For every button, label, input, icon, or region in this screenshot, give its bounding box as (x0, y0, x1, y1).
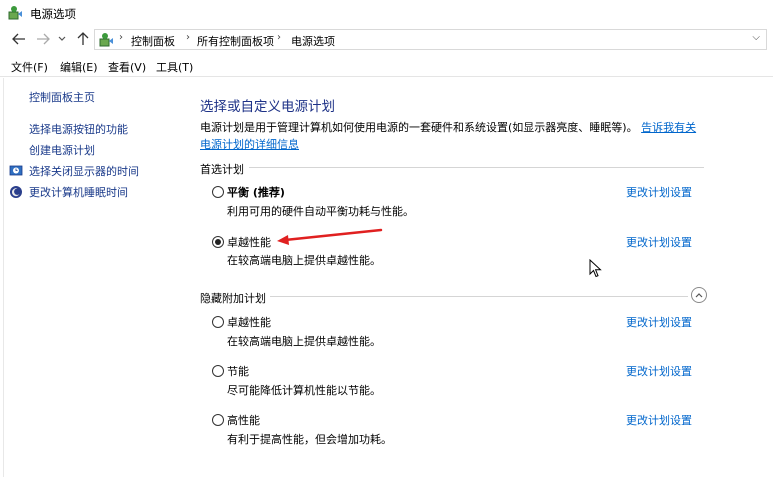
display-timer-icon (9, 165, 23, 176)
navigation-bar: › 控制面板 › 所有控制面板项 › 电源选项 ⌵ (0, 27, 773, 53)
plan-name: 高性能 (227, 414, 260, 427)
menu-tools[interactable]: 工具(T) (156, 59, 193, 75)
chevron-down-icon[interactable] (56, 30, 68, 48)
menu-bar: 文件(F) 编辑(E) 查看(V) 工具(T) (0, 55, 773, 77)
breadcrumb-separator-icon: › (186, 32, 190, 43)
mouse-cursor-icon (589, 259, 602, 278)
forward-arrow-icon[interactable] (34, 30, 52, 48)
sidebar-item-create-plan[interactable]: 创建电源计划 (29, 142, 95, 158)
window-title: 电源选项 (30, 7, 76, 21)
plan-name: 卓越性能 (227, 236, 271, 249)
sidebar-item-power-button[interactable]: 选择电源按钮的功能 (29, 121, 128, 137)
preferred-plans-header: 首选计划 (200, 163, 244, 176)
change-plan-settings-link[interactable]: 更改计划设置 (626, 184, 692, 200)
back-arrow-icon[interactable] (10, 30, 28, 48)
plan-name: 卓越性能 (227, 316, 271, 329)
sidebar-item-home[interactable]: 控制面板主页 (29, 89, 95, 105)
divider (249, 167, 704, 168)
up-arrow-icon[interactable] (74, 30, 92, 48)
change-plan-settings-link[interactable]: 更改计划设置 (626, 363, 692, 379)
change-plan-settings-link[interactable]: 更改计划设置 (626, 314, 692, 330)
hidden-plans-header: 隐藏附加计划 (200, 292, 266, 305)
change-plan-settings-link[interactable]: 更改计划设置 (626, 234, 692, 250)
description-text: 电源计划是用于管理计算机如何使用电源的一套硬件和系统设置(如显示器亮度、睡眠等)… (200, 121, 638, 134)
sidebar-item-sleep[interactable]: 更改计算机睡眠时间 (29, 184, 128, 200)
chevron-up-icon[interactable] (691, 287, 707, 303)
chevron-down-icon[interactable]: ⌵ (752, 32, 760, 43)
breadcrumb-control-panel[interactable]: 控制面板 (131, 33, 175, 49)
power-options-icon (8, 6, 22, 20)
breadcrumb-power-options[interactable]: 电源选项 (291, 33, 335, 49)
breadcrumb-separator-icon: › (277, 32, 281, 43)
title-bar: 电源选项 (0, 0, 773, 26)
breadcrumb-all-items[interactable]: 所有控制面板项 (197, 33, 274, 49)
plan-radio-ultimate-performance[interactable] (212, 236, 224, 248)
plan-description: 有利于提高性能，但会增加功耗。 (227, 433, 392, 446)
menu-file[interactable]: 文件(F) (11, 59, 48, 75)
divider (270, 296, 688, 297)
plan-description: 利用可用的硬件自动平衡功耗与性能。 (227, 205, 414, 218)
plan-radio-ultimate-performance-hidden[interactable] (212, 316, 224, 328)
menu-edit[interactable]: 编辑(E) (60, 59, 98, 75)
plan-description: 在较高端电脑上提供卓越性能。 (227, 254, 381, 267)
sidebar: 控制面板主页 选择电源按钮的功能 创建电源计划 选择关闭显示器的时间 更改计算机… (0, 78, 185, 477)
menu-view[interactable]: 查看(V) (108, 59, 146, 75)
plan-radio-power-saver[interactable] (212, 365, 224, 377)
page-title: 选择或自定义电源计划 (200, 99, 335, 115)
address-bar[interactable]: › 控制面板 › 所有控制面板项 › 电源选项 ⌵ (94, 29, 767, 50)
change-plan-settings-link[interactable]: 更改计划设置 (626, 412, 692, 428)
page-description: 电源计划是用于管理计算机如何使用电源的一套硬件和系统设置(如显示器亮度、睡眠等)… (200, 119, 705, 153)
breadcrumb-separator-icon: › (119, 32, 123, 43)
plan-description: 在较高端电脑上提供卓越性能。 (227, 335, 381, 348)
annotation-arrow-icon (277, 228, 383, 245)
plan-name: 平衡 (推荐) (227, 186, 285, 199)
sleep-icon (10, 186, 22, 198)
plan-radio-balanced[interactable] (212, 186, 224, 198)
plan-radio-high-performance[interactable] (212, 414, 224, 426)
plan-name: 节能 (227, 365, 249, 378)
sidebar-item-display-off[interactable]: 选择关闭显示器的时间 (29, 163, 139, 179)
power-options-icon (99, 33, 113, 47)
plan-description: 尽可能降低计算机性能以节能。 (227, 384, 381, 397)
